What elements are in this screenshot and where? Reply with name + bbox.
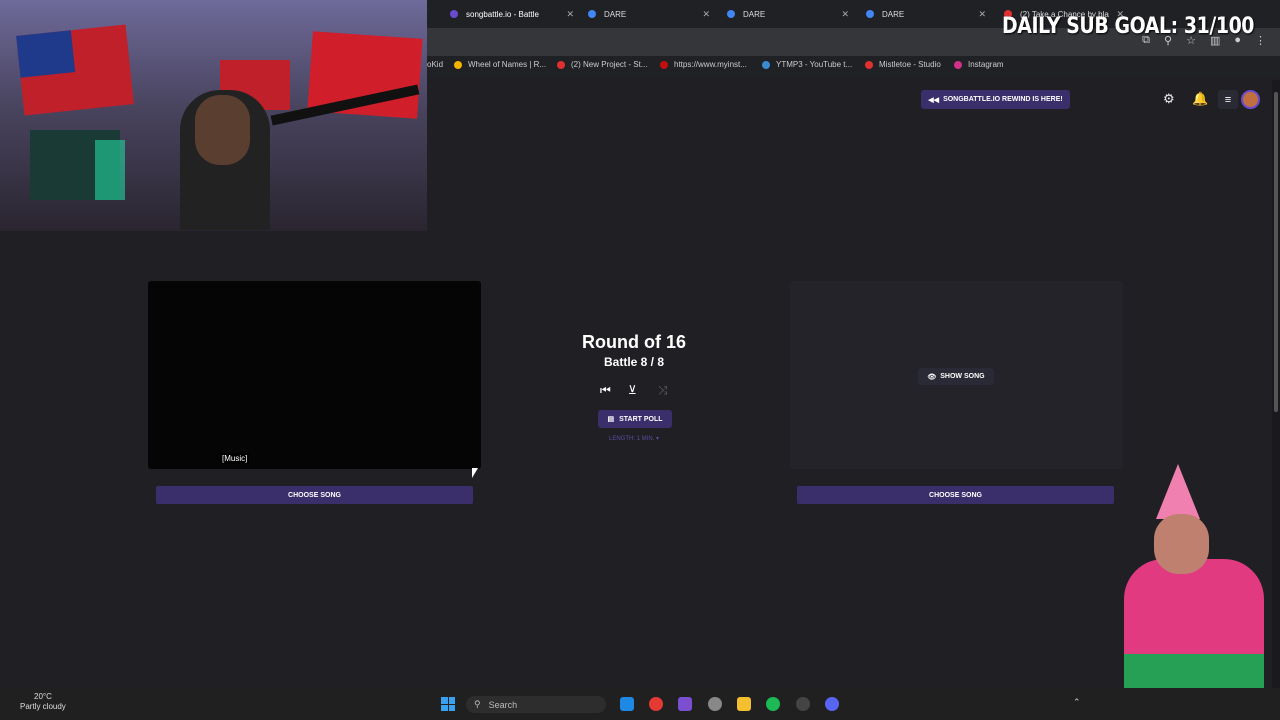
bookmark-item[interactable]: Wheel of Names | R... xyxy=(454,60,546,69)
file-explorer-icon[interactable] xyxy=(737,697,751,711)
webcam-overlay xyxy=(0,0,427,231)
rewind-icon: ◀◀ xyxy=(928,96,940,104)
character-overlay xyxy=(1118,464,1268,688)
taskbar-search[interactable]: ⚲ Search xyxy=(466,696,606,713)
bell-icon[interactable]: 🔔 xyxy=(1192,91,1208,107)
chrome-favicon-icon xyxy=(588,10,596,18)
bookmark-item[interactable]: https://www.myinst... xyxy=(660,60,747,69)
windows-taskbar xyxy=(0,688,1280,720)
close-tab-icon[interactable]: ✕ xyxy=(978,9,986,20)
download-icon[interactable]: ⊻ xyxy=(628,383,637,397)
spotify-icon[interactable] xyxy=(766,697,780,711)
battle-counter: Battle 8 / 8 xyxy=(603,355,665,369)
eye-icon: 👁 xyxy=(927,373,937,381)
bookmark-item[interactable]: oKid xyxy=(427,60,443,69)
tab-dare-3[interactable]: DARE ✕ xyxy=(866,4,986,24)
obs-icon[interactable] xyxy=(796,697,810,711)
windows-start-icon[interactable] xyxy=(441,697,455,711)
gear-icon[interactable]: ⚙ xyxy=(1163,91,1175,107)
weather-widget[interactable]: 20°C Partly cloudy xyxy=(20,692,66,712)
chrome-favicon-icon xyxy=(866,10,874,18)
wheel-favicon-icon xyxy=(454,60,462,69)
bookmark-item[interactable]: Mistletoe - Studio xyxy=(865,60,941,69)
sub-goal-overlay: DAILY SUB GOAL: 31/100 xyxy=(1001,14,1254,39)
scrollbar-thumb[interactable] xyxy=(1274,92,1278,412)
previous-icon[interactable]: ⏮ xyxy=(600,383,611,398)
favicon-icon xyxy=(865,60,873,69)
tab-dare-1[interactable]: DARE ✕ xyxy=(588,4,710,24)
video-caption: [Music] xyxy=(220,453,250,464)
streamer-face xyxy=(195,95,250,165)
party-hat xyxy=(1156,464,1200,519)
bookmark-item[interactable]: (2) New Project - St... xyxy=(557,60,647,69)
start-poll-button[interactable]: ▤ START POLL xyxy=(598,410,672,428)
settings-icon[interactable] xyxy=(708,697,722,711)
favicon-icon xyxy=(660,60,668,69)
bookmark-item[interactable]: YTMP3 - YouTube t... xyxy=(762,60,852,69)
lamp-decoration xyxy=(95,140,125,200)
character-body xyxy=(1124,559,1264,669)
tray-chevron-icon[interactable]: ⌃ xyxy=(1073,697,1081,708)
character-head xyxy=(1154,514,1209,574)
close-tab-icon[interactable]: ✕ xyxy=(702,9,710,20)
favicon-icon xyxy=(762,60,770,69)
left-song-video[interactable] xyxy=(148,281,481,469)
choose-song-right-button[interactable]: CHOOSE SONG xyxy=(797,486,1114,504)
copilot-icon[interactable] xyxy=(678,697,692,711)
rewind-banner-button[interactable]: ◀◀ SONGBATTLE.IO REWIND IS HERE! xyxy=(921,90,1070,109)
poll-icon: ▤ xyxy=(607,416,615,423)
chrome-favicon-icon xyxy=(727,10,735,18)
mouse-cursor xyxy=(472,468,478,478)
discord-icon[interactable] xyxy=(825,697,839,711)
bookmark-item[interactable]: Instagram xyxy=(954,60,1004,69)
choose-song-left-button[interactable]: CHOOSE SONG xyxy=(156,486,473,504)
chrome-icon[interactable] xyxy=(649,697,663,711)
page-scrollbar[interactable] xyxy=(1272,80,1280,688)
character-shorts xyxy=(1124,654,1264,688)
show-song-button[interactable]: 👁 SHOW SONG xyxy=(918,368,994,385)
instagram-favicon-icon xyxy=(954,60,962,69)
tab-dare-2[interactable]: DARE ✕ xyxy=(727,4,849,24)
close-tab-icon[interactable]: ✕ xyxy=(841,9,849,20)
browser-menu-icon[interactable]: ⋮ xyxy=(1255,34,1266,47)
favicon-icon xyxy=(557,60,565,69)
round-title: Round of 16 xyxy=(582,332,686,352)
poll-length-select[interactable]: LENGTH: 1 MIN. ▾ xyxy=(534,435,734,442)
avatar[interactable] xyxy=(1241,90,1260,109)
songbattle-favicon-icon xyxy=(450,10,458,18)
edge-icon[interactable] xyxy=(620,697,634,711)
flag-decoration xyxy=(16,24,134,116)
tab-songbattle[interactable]: songbattle.io - Battle ✕ xyxy=(450,4,574,24)
menu-icon[interactable]: ≡ xyxy=(1218,90,1238,109)
close-tab-icon[interactable]: ✕ xyxy=(566,9,574,20)
shuffle-icon[interactable]: ⤨ xyxy=(658,383,668,398)
search-icon: ⚲ xyxy=(474,699,481,709)
